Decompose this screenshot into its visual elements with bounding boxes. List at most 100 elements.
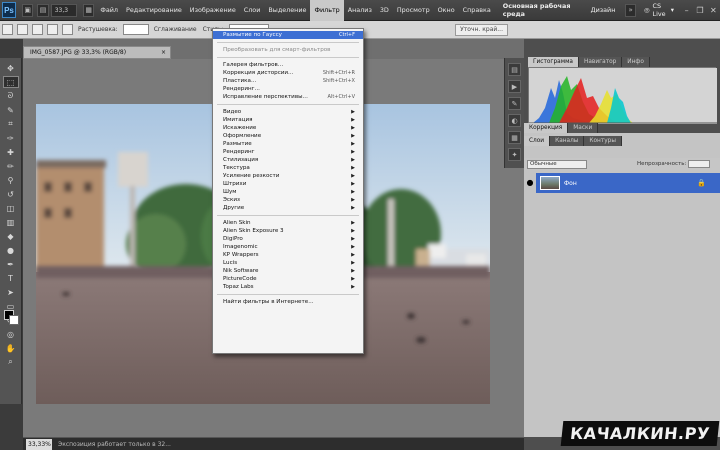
menu-1[interactable]: Редактирование: [122, 0, 186, 21]
filter-menu-item[interactable]: Lucis ▶: [213, 259, 363, 267]
filter-menu-item[interactable]: Эскиз ▶: [213, 196, 363, 204]
menu-2[interactable]: Изображение: [186, 0, 240, 21]
history-panel-icon[interactable]: ▤: [508, 63, 521, 76]
menu-7[interactable]: 3D: [376, 0, 393, 21]
menu-4[interactable]: Выделение: [264, 0, 310, 21]
bridge-icon[interactable]: ▣: [21, 3, 34, 17]
cs-live-button[interactable]: ◎ CS Live ▾: [638, 2, 680, 18]
blur-tool-icon[interactable]: ◆: [3, 230, 19, 242]
panel-tab[interactable]: Маски: [568, 123, 599, 133]
menu-6[interactable]: Анализ: [344, 0, 376, 21]
move-tool-icon[interactable]: ✥: [3, 62, 19, 74]
panel-tab[interactable]: Контуры: [584, 136, 622, 146]
minibridge-icon[interactable]: ▤: [37, 3, 49, 17]
type-tool-icon[interactable]: T: [3, 272, 19, 284]
filter-menu-item[interactable]: Другие ▶: [213, 204, 363, 212]
antialias-checkbox-label[interactable]: Сглаживание: [151, 26, 200, 33]
document-tab[interactable]: IMG_0587.JPG @ 33,3% (RGB/8) ×: [23, 46, 171, 59]
menu-9[interactable]: Окно: [434, 0, 459, 21]
filter-menu-item[interactable]: Шум ▶: [213, 188, 363, 196]
filter-menu-item[interactable]: Размытие по Гауссу Ctrl+F: [213, 31, 363, 39]
background-color-swatch[interactable]: [9, 315, 19, 325]
filter-menu-item[interactable]: Рендеринг...: [213, 85, 363, 93]
3d-orbit-tool-icon[interactable]: ◎: [3, 328, 19, 340]
swatches-panel-icon[interactable]: ▦: [508, 131, 521, 144]
dodge-tool-icon[interactable]: ●: [3, 244, 19, 256]
zoom-level-field[interactable]: 33,3: [50, 3, 77, 17]
panel-tab[interactable]: Каналы: [550, 136, 585, 146]
new-selection-icon[interactable]: [17, 24, 28, 35]
marquee-tool-icon[interactable]: ⬚: [2, 76, 19, 88]
tool-preset-icon[interactable]: [2, 24, 13, 35]
filter-menu-item[interactable]: Исправление перспективы... Alt+Ctrl+V: [213, 93, 363, 101]
filter-menu-item[interactable]: DigiPro ▶: [213, 235, 363, 243]
add-selection-icon[interactable]: [32, 24, 43, 35]
subtract-selection-icon[interactable]: [47, 24, 58, 35]
styles-panel-icon[interactable]: ✦: [508, 148, 521, 161]
filter-menu-item[interactable]: Текстура ▶: [213, 164, 363, 172]
panel-tab[interactable]: Гистограмма: [528, 57, 579, 67]
close-icon[interactable]: ✕: [709, 4, 718, 16]
blend-mode-select[interactable]: Обычные: [527, 159, 587, 169]
filter-menu-item[interactable]: Штрихи ▶: [213, 180, 363, 188]
menu-8[interactable]: Просмотр: [393, 0, 434, 21]
refine-edge-button[interactable]: Уточн. край...: [455, 23, 508, 36]
eraser-tool-icon[interactable]: ◫: [3, 202, 19, 214]
filter-menu-item[interactable]: Alien Skin Exposure 3 ▶: [213, 227, 363, 235]
filter-menu-item[interactable]: Усиление резкости ▶: [213, 172, 363, 180]
restore-icon[interactable]: ❐: [695, 4, 704, 16]
opacity-input[interactable]: [688, 160, 711, 168]
eyedropper-tool-icon[interactable]: ✑: [3, 132, 19, 144]
filter-menu-item[interactable]: Галерея фильтров...: [213, 61, 363, 69]
status-zoom-field[interactable]: 33,33%: [26, 438, 52, 450]
hand-tool-icon[interactable]: ✋: [3, 342, 19, 354]
zoom-tool-icon[interactable]: ⌕: [3, 356, 19, 368]
menu-10[interactable]: Справка: [459, 0, 495, 21]
pen-tool-icon[interactable]: ✒: [3, 258, 19, 270]
color-panel-icon[interactable]: ◐: [508, 114, 521, 127]
gradient-tool-icon[interactable]: ▥: [3, 216, 19, 228]
crop-tool-icon[interactable]: ⌗: [3, 118, 19, 130]
clone-stamp-tool-icon[interactable]: ⚲: [3, 174, 19, 186]
filter-menu-item[interactable]: Найти фильтры в Интернете...: [213, 298, 363, 306]
filter-menu-item[interactable]: Размытие ▶: [213, 140, 363, 148]
healing-brush-tool-icon[interactable]: ✚: [3, 146, 19, 158]
filter-menu-item[interactable]: Оформление ▶: [213, 132, 363, 140]
menu-3[interactable]: Слои: [240, 0, 265, 21]
actions-panel-icon[interactable]: ▶: [508, 80, 521, 93]
filter-menu-item[interactable]: Рендеринг ▶: [213, 148, 363, 156]
filter-menu-item[interactable]: PictureCode ▶: [213, 275, 363, 283]
filter-menu-item[interactable]: Пластика... Shift+Ctrl+X: [213, 77, 363, 85]
filter-menu-item[interactable]: Стилизация ▶: [213, 156, 363, 164]
filter-menu-item[interactable]: Искажение ▶: [213, 124, 363, 132]
path-select-tool-icon[interactable]: ➤: [3, 286, 19, 298]
lasso-tool-icon[interactable]: ᘐ: [3, 90, 19, 102]
intersect-selection-icon[interactable]: [62, 24, 73, 35]
filter-menu-item[interactable]: Имитация ▶: [213, 116, 363, 124]
feather-input[interactable]: [122, 24, 149, 35]
minimize-icon[interactable]: –: [682, 4, 691, 16]
brush-tool-icon[interactable]: ✏: [3, 160, 19, 172]
quick-select-tool-icon[interactable]: ✎: [3, 104, 19, 116]
panel-tab[interactable]: Слои: [524, 136, 551, 146]
workspace-design[interactable]: Дизайн: [583, 6, 624, 14]
menu-0[interactable]: Файл: [96, 0, 122, 21]
filter-menu-item[interactable]: Topaz Labs ▶: [213, 283, 363, 291]
more-workspaces-icon[interactable]: »: [625, 3, 636, 17]
filter-menu-item[interactable]: Видео ▶: [213, 108, 363, 116]
layer-row-background[interactable]: ● Фон 🔒: [524, 173, 720, 193]
filter-menu-item[interactable]: Коррекция дисторсии... Shift+Ctrl+R: [213, 69, 363, 77]
workspace-essentials[interactable]: Основная рабочая среда: [495, 2, 583, 18]
filter-menu-item[interactable]: Imagenomic ▶: [213, 243, 363, 251]
panel-tab[interactable]: Навигатор: [579, 57, 623, 67]
filter-menu-item[interactable]: Alien Skin ▶: [213, 219, 363, 227]
view-extras-icon[interactable]: ▦: [82, 3, 95, 17]
visibility-eye-icon[interactable]: ●: [524, 173, 536, 193]
menu-5[interactable]: Фильтр: [310, 0, 344, 21]
history-brush-tool-icon[interactable]: ↺: [3, 188, 19, 200]
brushes-panel-icon[interactable]: ✎: [508, 97, 521, 110]
filter-menu-item[interactable]: Nik Software ▶: [213, 267, 363, 275]
panel-tab[interactable]: Коррекция: [524, 123, 569, 133]
filter-menu-item[interactable]: KP Wrappers ▶: [213, 251, 363, 259]
panel-tab[interactable]: Инфо: [622, 57, 650, 67]
